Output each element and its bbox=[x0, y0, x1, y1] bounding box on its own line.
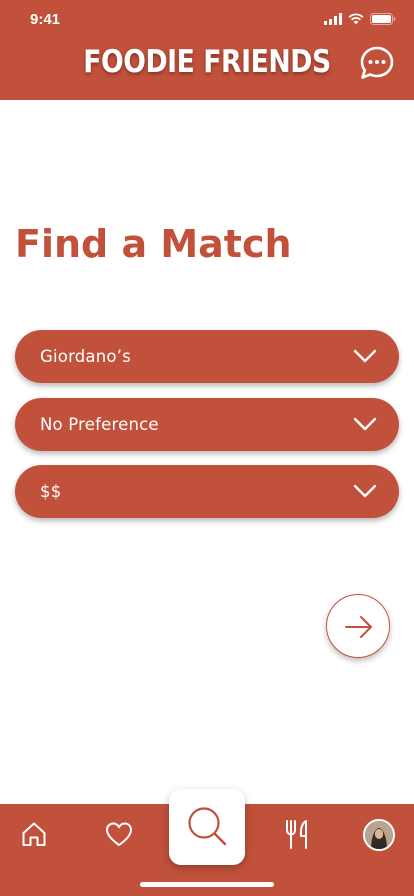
app-header: 9:41 FOODIE FRIENDS bbox=[0, 0, 414, 100]
home-indicator bbox=[140, 882, 274, 887]
avatar[interactable] bbox=[363, 819, 395, 851]
tab-search[interactable] bbox=[169, 789, 245, 865]
heart-icon bbox=[106, 822, 132, 846]
chat-button[interactable] bbox=[358, 44, 396, 82]
signal-icon bbox=[324, 13, 342, 25]
chevron-down-icon bbox=[353, 484, 377, 498]
status-time: 9:41 bbox=[30, 11, 61, 28]
preference-select[interactable]: No Preference bbox=[15, 398, 399, 451]
tab-home[interactable] bbox=[20, 820, 48, 853]
profile-photo bbox=[365, 821, 393, 849]
fork-knife-icon bbox=[286, 820, 307, 849]
restaurant-select-value: Giordano’s bbox=[40, 347, 131, 366]
restaurant-select[interactable]: Giordano’s bbox=[15, 330, 399, 383]
chat-bubble-icon bbox=[360, 46, 394, 79]
chevron-down-icon bbox=[353, 417, 377, 431]
tab-favorites[interactable] bbox=[104, 820, 134, 853]
home-icon bbox=[22, 822, 46, 846]
price-select[interactable]: $$ bbox=[15, 465, 399, 518]
preference-select-value: No Preference bbox=[40, 415, 159, 434]
app-title: FOODIE FRIENDS bbox=[83, 44, 331, 80]
page-title: Find a Match bbox=[15, 222, 292, 266]
battery-icon bbox=[370, 13, 396, 25]
search-icon bbox=[188, 807, 227, 846]
wifi-icon bbox=[348, 13, 364, 25]
next-button[interactable] bbox=[326, 594, 390, 658]
price-select-value: $$ bbox=[40, 482, 62, 501]
status-icons bbox=[324, 13, 396, 25]
chevron-down-icon bbox=[353, 349, 377, 363]
arrow-right-icon bbox=[345, 616, 372, 638]
tab-restaurants[interactable] bbox=[284, 819, 312, 856]
